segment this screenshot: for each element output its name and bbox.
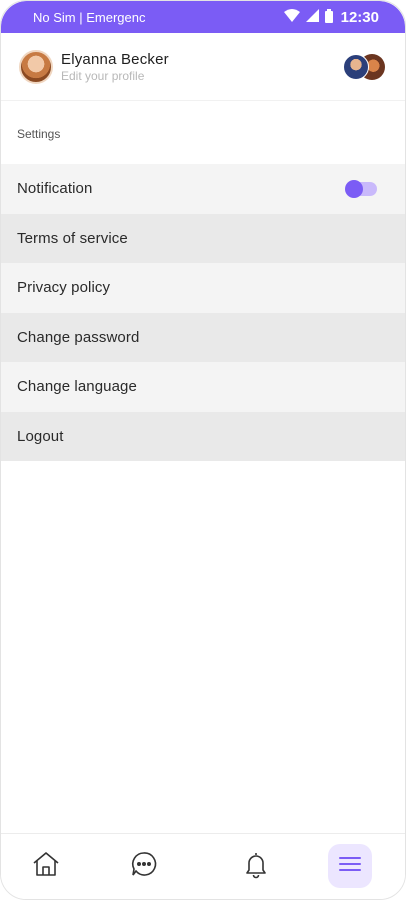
settings-screen: No Sim | Emergenc 12:30 Elyanna Becker E…	[0, 0, 406, 900]
status-bar: No Sim | Emergenc 12:30	[1, 1, 405, 33]
signal-icon	[305, 9, 319, 25]
toggle-knob	[345, 179, 363, 198]
status-icons: 12:30	[283, 8, 379, 26]
nav-notifications-button[interactable]	[234, 844, 278, 888]
edit-profile-link[interactable]: Edit your profile	[61, 69, 169, 83]
carrier-text: No Sim | Emergenc	[33, 9, 146, 25]
menu-item-privacy[interactable]: Privacy policy	[1, 263, 405, 313]
section-title: Settings	[17, 127, 61, 141]
menu-item-terms[interactable]: Terms of service	[1, 213, 405, 263]
user-name: Elyanna Becker	[61, 50, 169, 68]
clock-time: 12:30	[340, 8, 379, 26]
user-info[interactable]: Elyanna Becker Edit your profile	[61, 51, 169, 83]
menu-item-logout[interactable]: Logout	[1, 411, 405, 461]
battery-icon	[324, 8, 333, 26]
menu-item-label: Logout	[17, 427, 64, 445]
menu-item-label: Change language	[17, 378, 137, 396]
menu-item-change-language[interactable]: Change language	[1, 362, 405, 412]
home-icon	[31, 849, 61, 884]
settings-menu: Notification Terms of service Privacy po…	[1, 164, 405, 461]
avatar[interactable]	[19, 49, 53, 84]
menu-item-label: Notification	[17, 180, 93, 198]
bottom-nav	[1, 833, 405, 899]
profile-header[interactable]: Elyanna Becker Edit your profile	[1, 33, 405, 101]
nav-home-button[interactable]	[24, 844, 68, 888]
nav-chat-button[interactable]	[122, 844, 166, 888]
bell-icon	[241, 849, 271, 884]
nav-menu-button[interactable]	[328, 844, 372, 888]
wifi-icon	[283, 9, 300, 25]
friend-avatar	[343, 53, 369, 80]
menu-item-label: Privacy policy	[17, 279, 111, 297]
chat-icon	[129, 849, 159, 884]
notification-toggle[interactable]	[345, 179, 377, 198]
menu-item-notification[interactable]: Notification	[1, 164, 405, 214]
menu-item-label: Change password	[17, 328, 140, 346]
friends-avatars[interactable]	[343, 52, 387, 82]
menu-item-change-password[interactable]: Change password	[1, 312, 405, 362]
menu-icon	[337, 851, 363, 882]
menu-item-label: Terms of service	[17, 229, 128, 247]
